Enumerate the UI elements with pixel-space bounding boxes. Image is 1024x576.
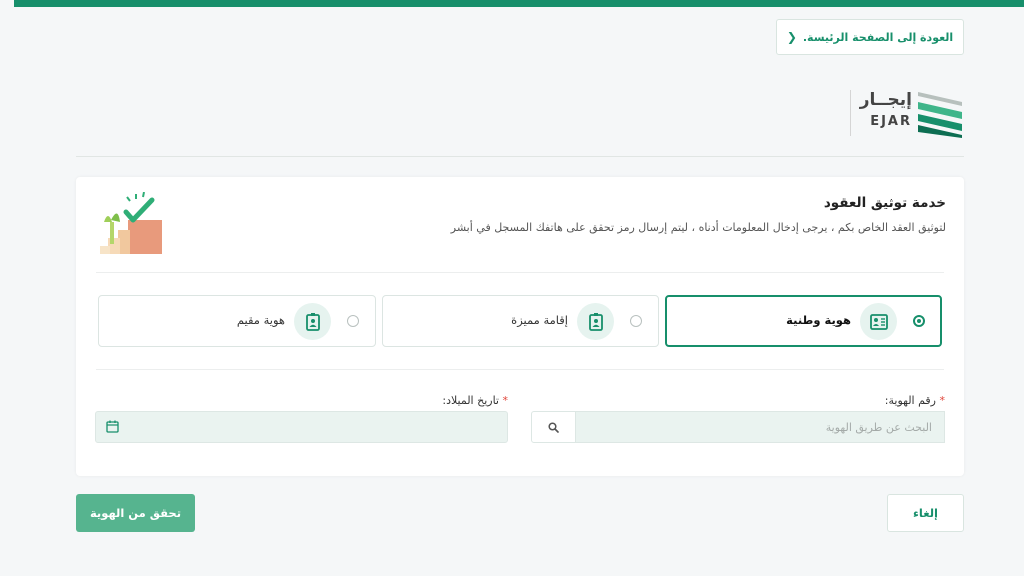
id-type-national-id[interactable]: هوية وطنية [665, 295, 942, 347]
radio-resident-id[interactable] [347, 315, 359, 327]
search-button[interactable] [531, 411, 576, 443]
card-divider-2 [96, 369, 944, 370]
id-type-resident-id[interactable]: هوية مقيم [98, 295, 376, 347]
national-id-label: هوية وطنية [786, 313, 851, 327]
id-card-icon [860, 303, 897, 340]
logo-divider [850, 90, 851, 136]
top-accent-bar [14, 0, 1024, 7]
header-divider [76, 156, 964, 157]
premium-residency-label: إقامة مميزة [511, 313, 568, 327]
id-number-input[interactable] [576, 411, 945, 443]
logo-arabic-text: إيجــار [859, 90, 912, 110]
required-mark: * [502, 394, 509, 407]
service-card: خدمة توثيق العقود لتوثيق العقد الخاص بكم… [76, 177, 964, 476]
chevron-left-icon: ❮ [786, 30, 797, 44]
back-to-home-label: العودة إلى الصفحة الرئيسة. [802, 30, 954, 44]
resident-id-label: هوية مقيم [236, 313, 285, 327]
logo-english-text: EJAR [870, 114, 912, 129]
radio-premium-residency[interactable] [630, 315, 642, 327]
id-number-label-text: رقم الهوية: [884, 394, 936, 407]
calendar-icon [106, 420, 119, 433]
id-number-label: * رقم الهوية: [885, 394, 945, 407]
dob-label-text: تاريخ الميلاد: [442, 394, 499, 407]
id-type-premium-residency[interactable]: إقامة مميزة [382, 295, 659, 347]
back-to-home-button[interactable]: العودة إلى الصفحة الرئيسة. ❮ [776, 19, 964, 55]
service-subtitle: لتوثيق العقد الخاص بكم ، يرجى إدخال المع… [450, 221, 946, 234]
dob-date-input[interactable] [95, 411, 508, 443]
dob-label: * تاريخ الميلاد: [442, 394, 508, 407]
badge-icon [294, 303, 331, 340]
ejar-logo-mark-icon [918, 92, 962, 138]
required-mark: * [939, 394, 946, 407]
cancel-button[interactable]: إلغاء [887, 494, 964, 532]
verify-identity-button[interactable]: تحقق من الهوية [76, 494, 195, 532]
search-icon [548, 421, 559, 433]
ejar-logo: إيجــار EJAR [848, 88, 966, 140]
card-divider [96, 272, 944, 273]
verified-stairs-illustration-icon [100, 192, 162, 254]
service-title: خدمة توثيق العقود [823, 195, 946, 211]
badge-icon [577, 303, 614, 340]
radio-national-id[interactable] [913, 315, 925, 327]
